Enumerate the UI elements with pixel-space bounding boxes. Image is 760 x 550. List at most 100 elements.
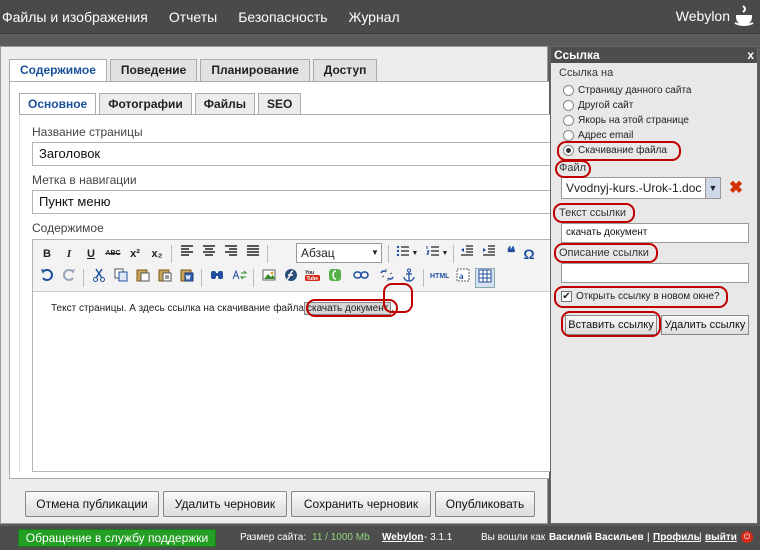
flash-icon[interactable]: [281, 268, 301, 288]
option-site-page[interactable]: Страницу данного сайта: [563, 85, 692, 96]
link-description-input[interactable]: [561, 263, 749, 283]
subtab-files[interactable]: Файлы: [194, 93, 255, 114]
brand-logo-icon: [734, 5, 754, 26]
link-description-label: Описание ссылки: [559, 247, 649, 259]
paste-word-icon[interactable]: [177, 268, 197, 288]
logout-link[interactable]: выйти: [705, 532, 737, 543]
radio-checked-icon: [563, 145, 574, 156]
paste-icon[interactable]: [133, 268, 153, 288]
copy-icon[interactable]: [111, 268, 131, 288]
brand-name: Webylon: [675, 8, 730, 24]
bold-button[interactable]: B: [37, 244, 57, 264]
unlink-icon[interactable]: [377, 268, 397, 288]
subtab-main[interactable]: Основное: [19, 93, 97, 115]
blockquote-icon[interactable]: ❝: [501, 244, 521, 264]
tab-behavior[interactable]: Поведение: [109, 59, 198, 81]
chevron-down-icon[interactable]: ▼: [705, 178, 720, 198]
nav-files-images[interactable]: Файлы и изображения: [2, 9, 148, 25]
undo-icon[interactable]: [37, 268, 57, 288]
nav-journal[interactable]: Журнал: [349, 9, 400, 25]
delete-file-icon[interactable]: ✖: [727, 179, 745, 197]
publish-button[interactable]: Опубликовать: [435, 491, 535, 517]
editor-link[interactable]: скачать документ: [303, 302, 392, 315]
align-center-icon[interactable]: [199, 244, 219, 264]
toolbar-separator: [83, 269, 84, 287]
new-window-label: Открыть ссылку в новом окне?: [576, 291, 720, 302]
select-all-icon[interactable]: a: [453, 268, 473, 288]
save-draft-button[interactable]: Сохранить черновик: [291, 491, 431, 517]
svg-text:a: a: [459, 271, 464, 281]
replace-icon[interactable]: [229, 268, 249, 288]
support-button[interactable]: Обращение в службу поддержки: [18, 529, 216, 547]
strikethrough-button[interactable]: ABC: [103, 244, 123, 264]
redo-icon[interactable]: [59, 268, 79, 288]
paragraph-format-select[interactable]: Абзац ▼: [296, 243, 382, 263]
align-right-icon[interactable]: [221, 244, 241, 264]
main-tabs: Содержимое Поведение Планирование Доступ: [9, 59, 380, 82]
media-icon[interactable]: [325, 268, 345, 288]
find-icon[interactable]: [207, 268, 227, 288]
remove-link-button[interactable]: Удалить ссылку: [661, 315, 749, 335]
option-email[interactable]: Адрес email: [563, 130, 633, 141]
bullet-list-icon[interactable]: [393, 244, 413, 264]
table-icon[interactable]: [475, 268, 495, 288]
cut-icon[interactable]: [89, 268, 109, 288]
page-title-input[interactable]: Заголовок: [32, 142, 552, 166]
option-anchor[interactable]: Якорь на этой странице: [563, 115, 689, 126]
image-icon[interactable]: [259, 268, 279, 288]
cms-link[interactable]: Webylon: [382, 532, 423, 543]
subscript-button[interactable]: x₂: [147, 244, 167, 264]
svg-text:HTML: HTML: [430, 273, 449, 280]
indent-icon[interactable]: [479, 244, 499, 264]
tab-content[interactable]: Содержимое: [9, 59, 107, 82]
link-text-input[interactable]: скачать документ: [561, 223, 749, 243]
paragraph-format-value: Абзац: [301, 246, 335, 260]
option-label: Якорь на этой странице: [578, 115, 689, 126]
nav-reports[interactable]: Отчеты: [169, 9, 217, 25]
align-left-icon[interactable]: [177, 244, 197, 264]
file-select[interactable]: Vvodnyj-kurs.-Urok-1.doc: [561, 177, 721, 199]
tab-access[interactable]: Доступ: [312, 59, 378, 81]
new-window-checkbox[interactable]: ✔ Открыть ссылку в новом окне?: [561, 291, 720, 302]
align-justify-icon[interactable]: [243, 244, 263, 264]
radio-icon: [563, 100, 574, 111]
checkbox-checked-icon: ✔: [561, 291, 572, 302]
youtube-icon[interactable]: You Tube: [303, 268, 323, 288]
page-title-label: Название страницы: [32, 125, 143, 139]
tab-planning[interactable]: Планирование: [200, 59, 310, 81]
chevron-down-icon: ▼: [371, 248, 379, 257]
dialog-header: Ссылка x: [551, 47, 757, 63]
underline-button[interactable]: U: [81, 244, 101, 264]
profile-link[interactable]: Профиль: [653, 532, 700, 543]
chevron-down-icon[interactable]: ▼: [411, 244, 419, 264]
editor-content[interactable]: Текст страницы. А здесь ссылка на скачив…: [51, 302, 394, 315]
html-source-icon[interactable]: HTML: [429, 268, 450, 288]
paste-text-icon[interactable]: [155, 268, 175, 288]
option-other-site[interactable]: Другой сайт: [563, 100, 633, 111]
superscript-button[interactable]: x²: [125, 244, 145, 264]
outdent-icon[interactable]: [457, 244, 477, 264]
radio-icon: [563, 130, 574, 141]
subtab-seo[interactable]: SEO: [257, 93, 302, 114]
insert-link-button[interactable]: Вставить ссылку: [565, 315, 657, 335]
main-panel: Содержимое Поведение Планирование Доступ…: [0, 46, 553, 524]
unpublish-button[interactable]: Отмена публикации: [25, 491, 159, 517]
numbered-list-icon[interactable]: [423, 244, 443, 264]
radio-icon: [563, 85, 574, 96]
delete-draft-button[interactable]: Удалить черновик: [163, 491, 287, 517]
menu-label-input[interactable]: Пункт меню: [32, 190, 552, 214]
rich-text-editor[interactable]: B I U ABC x² x₂ Абзац ▼ ▼ ▼ ❝ Ω You Tube…: [32, 239, 553, 472]
close-icon[interactable]: x: [747, 47, 754, 63]
option-file-download[interactable]: Скачивание файла: [563, 145, 667, 156]
chevron-down-icon[interactable]: ▼: [441, 244, 449, 264]
italic-button[interactable]: I: [59, 244, 79, 264]
sub-pane-main: Название страницы Заголовок Метка в нави…: [19, 114, 553, 472]
subtab-photos[interactable]: Фотографии: [99, 93, 192, 114]
anchor-icon[interactable]: [399, 268, 419, 288]
file-label: Файл: [559, 162, 587, 174]
power-icon[interactable]: ⏻: [741, 531, 753, 543]
insert-link-icon[interactable]: [351, 268, 371, 288]
nav-security[interactable]: Безопасность: [238, 9, 327, 25]
special-char-icon[interactable]: Ω: [521, 244, 537, 264]
logged-in-label: Вы вошли как: [481, 532, 546, 543]
